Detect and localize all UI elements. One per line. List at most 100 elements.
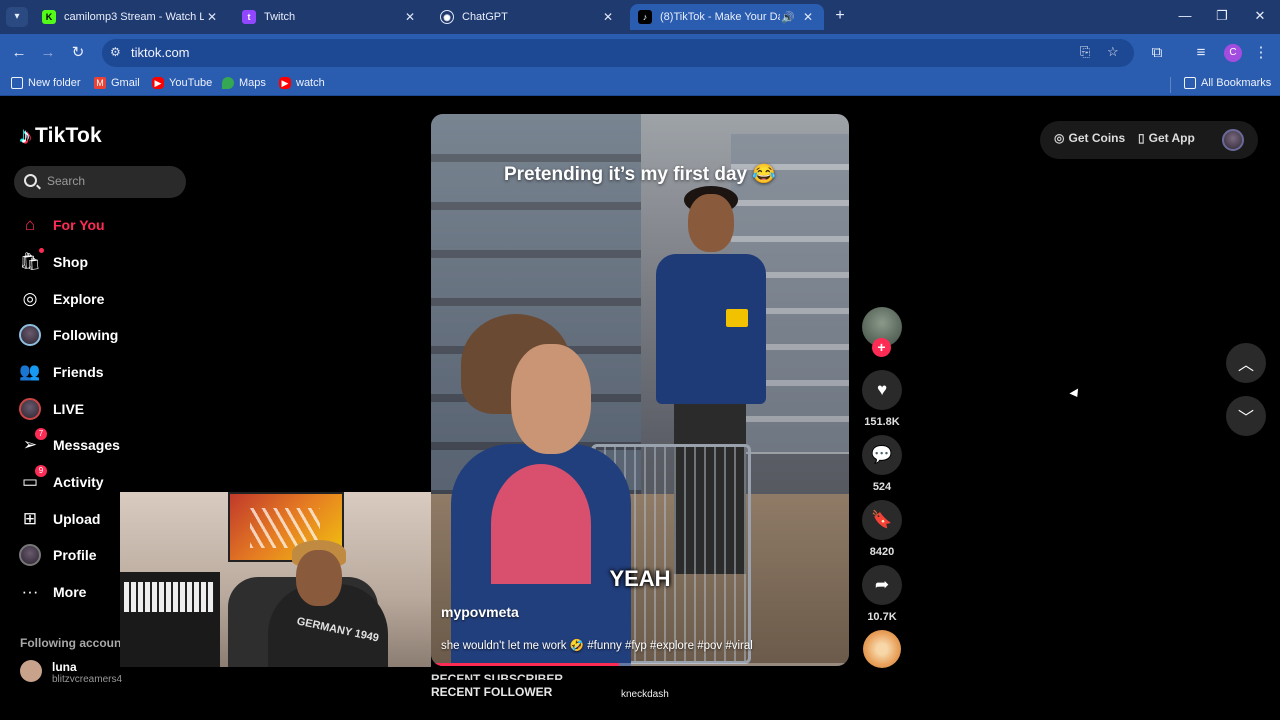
- video-player[interactable]: Pretending it’s my first day 😂 YEAH mypo…: [431, 114, 849, 666]
- webcam-piano: [120, 572, 220, 667]
- profile-avatar: [18, 543, 42, 567]
- sidebar-item-label: Messages: [53, 437, 120, 453]
- music-disc-icon[interactable]: [863, 630, 901, 668]
- gmail-icon: M: [94, 77, 106, 89]
- tab-title: Twitch: [264, 11, 296, 23]
- all-bookmarks[interactable]: All Bookmarks: [1184, 77, 1271, 89]
- sidebar-item-label: For You: [53, 217, 105, 233]
- youtube-icon: ▶: [279, 77, 291, 89]
- mouse-cursor-icon: [1069, 388, 1082, 400]
- video-description[interactable]: she wouldn't let me work 🤣 #funny #fyp #…: [441, 638, 753, 652]
- reload-icon[interactable]: ↻: [67, 42, 89, 64]
- following-account-item[interactable]: luna blitzycreamers4: [20, 660, 122, 682]
- video-progress-bar[interactable]: [431, 663, 849, 666]
- next-video-button[interactable]: ﹀: [1226, 396, 1266, 436]
- user-avatar[interactable]: [1222, 129, 1244, 151]
- forward-arrow-icon[interactable]: →: [37, 42, 59, 64]
- more-icon: ···: [21, 582, 39, 601]
- avatar: [19, 398, 41, 420]
- avatar: [20, 660, 42, 682]
- extensions-icon[interactable]: ⧉: [1146, 42, 1168, 64]
- back-arrow-icon[interactable]: ←: [8, 42, 30, 64]
- bookmark-gmail[interactable]: M Gmail: [94, 77, 140, 89]
- maps-icon: [222, 77, 234, 89]
- sidebar-item-shop[interactable]: 🛍 Shop: [18, 248, 208, 276]
- url-text[interactable]: tiktok.com: [131, 45, 190, 60]
- sidebar-item-messages[interactable]: ➢ 7 Messages: [18, 428, 208, 459]
- follow-plus-icon[interactable]: +: [872, 338, 891, 357]
- tab-tiktok[interactable]: ♪ (8)TikTok - Make Your Day 🔊 ✕: [630, 4, 824, 30]
- sidebar-item-live[interactable]: LIVE: [18, 395, 208, 423]
- kebab-menu-icon[interactable]: ⋮: [1250, 42, 1272, 64]
- comment-count: 524: [872, 481, 892, 493]
- sidebar-item-label: Upload: [53, 511, 101, 527]
- restore-icon[interactable]: ❐: [1207, 6, 1237, 26]
- sidebar-item-friends[interactable]: 👥 Friends: [18, 358, 208, 386]
- search-input[interactable]: Search: [14, 166, 186, 198]
- sidebar-item-label: Explore: [53, 291, 105, 307]
- activity-icon: ▭ 9: [18, 465, 47, 494]
- chevron-up-icon: ︿: [1237, 357, 1254, 374]
- save-button[interactable]: 🔖: [862, 500, 902, 540]
- profile-avatar[interactable]: C: [1224, 44, 1242, 62]
- friends-icon: 👥: [19, 362, 41, 381]
- video-caption-overlay: Pretending it’s my first day 😂: [503, 164, 777, 185]
- tiktok-logo[interactable]: ♪ TikTok: [20, 123, 102, 149]
- sidebar-item-for-you[interactable]: ⌂ For You: [18, 211, 208, 239]
- activity-badge: 9: [35, 465, 47, 477]
- address-bar[interactable]: ⚙ tiktok.com ⎘ ☆: [102, 39, 1134, 67]
- sidebar-item-following[interactable]: Following: [18, 321, 208, 349]
- home-icon: ⌂: [24, 215, 36, 234]
- bookmark-watch[interactable]: ▶ watch: [279, 77, 325, 89]
- close-icon[interactable]: ✕: [600, 10, 616, 24]
- bookmark-star-icon[interactable]: ☆: [1107, 44, 1119, 60]
- tab-title: (8)TikTok - Make Your Day: [660, 11, 780, 23]
- messages-badge: 7: [35, 428, 47, 440]
- share-button[interactable]: ➦: [862, 565, 902, 605]
- sidebar-item-explore[interactable]: ◎ Explore: [18, 285, 208, 313]
- video-frame-detail: [688, 194, 734, 252]
- save-count: 8420: [869, 546, 895, 558]
- like-count: 151.8K: [864, 416, 900, 428]
- get-coins-button[interactable]: ◎ Get Coins: [1054, 131, 1125, 145]
- upload-icon: ⊞: [22, 509, 38, 528]
- video-author[interactable]: mypovmeta: [441, 604, 519, 620]
- tab-kick-stream[interactable]: K camilomp3 Stream - Watch Live ✕: [34, 4, 228, 30]
- get-app-button[interactable]: ▯ Get App: [1138, 131, 1195, 145]
- install-app-icon[interactable]: ⎘: [1080, 44, 1090, 60]
- comment-button[interactable]: 💬: [862, 435, 902, 475]
- messages-icon: ➢ 7: [18, 428, 47, 457]
- close-icon[interactable]: ✕: [402, 10, 418, 24]
- video-frame-detail: [726, 309, 748, 327]
- close-icon[interactable]: ✕: [204, 10, 220, 24]
- following-accounts-heading: Following account: [20, 636, 126, 650]
- tab-chatgpt[interactable]: ✺ ChatGPT ✕: [432, 4, 624, 30]
- bookmark-youtube[interactable]: ▶ YouTube: [152, 77, 212, 89]
- tab-search-chevron-icon[interactable]: ▾: [6, 7, 28, 27]
- webcam-person-head: [296, 550, 342, 606]
- following-avatar: [18, 323, 42, 347]
- tab-twitch[interactable]: t Twitch ✕: [234, 4, 426, 30]
- bookmark-new-folder[interactable]: New folder: [11, 77, 81, 89]
- previous-video-button[interactable]: ︿: [1226, 343, 1266, 383]
- shop-icon: 🛍: [18, 248, 44, 274]
- media-control-icon[interactable]: ≡: [1190, 42, 1212, 64]
- tiktok-page: ♪ TikTok Search ⌂ For You 🛍 Shop ◎ Explo…: [0, 97, 1280, 720]
- new-tab-plus-icon[interactable]: +: [830, 6, 850, 26]
- tiktok-icon: ♪: [638, 10, 652, 24]
- bookmark-maps[interactable]: Maps: [222, 77, 266, 89]
- window-close-icon[interactable]: ✕: [1245, 6, 1275, 26]
- recent-follower-name: kneckdash: [621, 689, 669, 700]
- minimize-icon[interactable]: —: [1170, 6, 1200, 26]
- tiktok-note-icon: ♪: [20, 123, 31, 148]
- like-button[interactable]: ♥: [862, 370, 902, 410]
- site-info-icon[interactable]: ⚙: [110, 45, 121, 59]
- comment-icon: 💬: [871, 445, 893, 464]
- sidebar-item-label: More: [53, 584, 87, 600]
- video-subtitle: YEAH: [609, 566, 671, 591]
- speaker-icon[interactable]: 🔊: [780, 11, 796, 24]
- video-frame-detail: [656, 254, 766, 404]
- close-icon[interactable]: ✕: [800, 10, 816, 24]
- tab-title: camilomp3 Stream - Watch Live: [64, 11, 204, 23]
- bookmark-icon: 🔖: [871, 510, 893, 529]
